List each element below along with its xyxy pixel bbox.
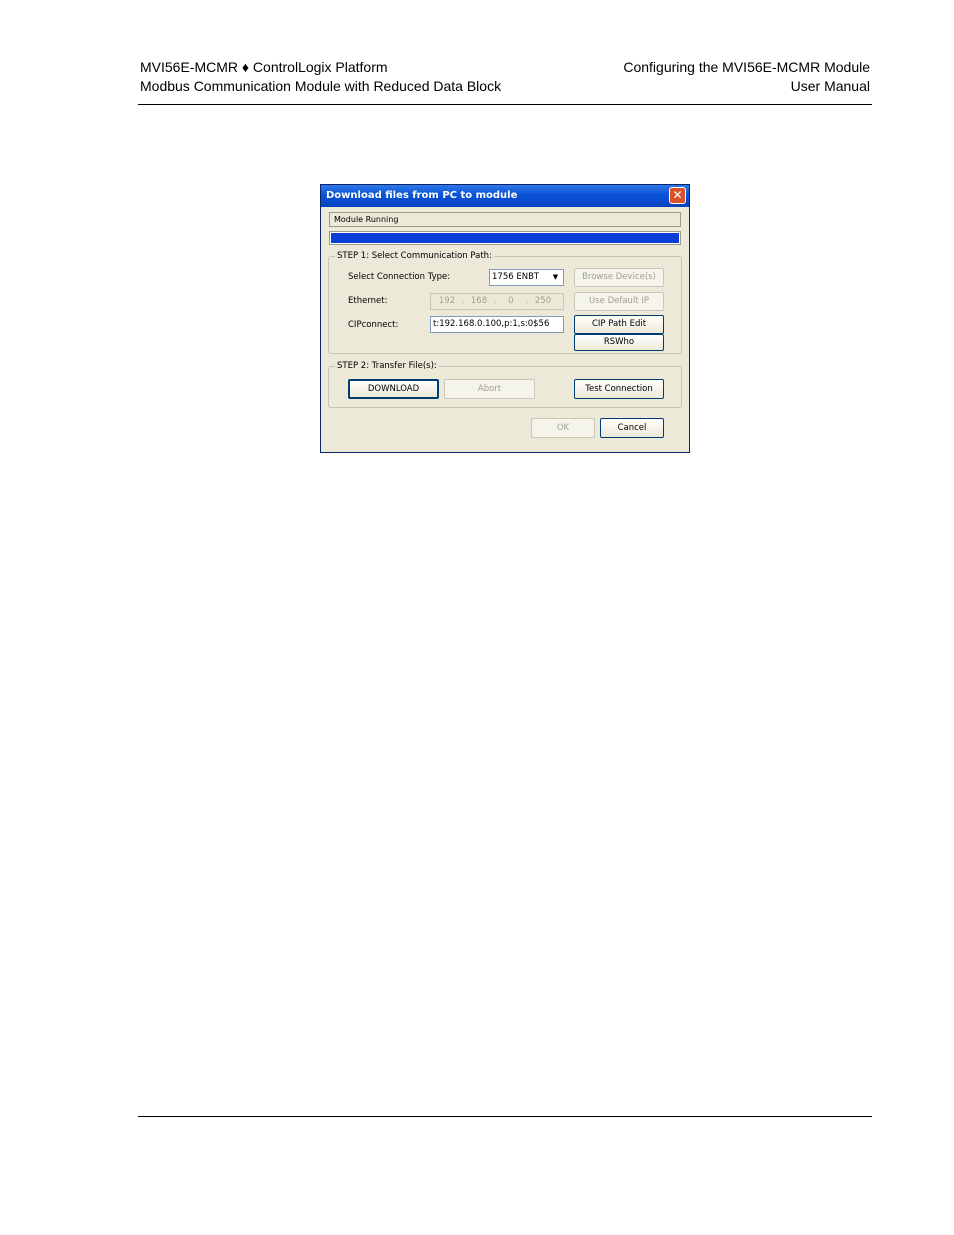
- header-chapter-title: Configuring the MVI56E-MCMR Module: [623, 59, 870, 75]
- use-default-ip-button[interactable]: Use Default IP: [574, 292, 664, 311]
- test-connection-button[interactable]: Test Connection: [574, 379, 664, 399]
- ip-octet-3: 0: [508, 296, 514, 306]
- cip-path-edit-button[interactable]: CIP Path Edit: [574, 315, 664, 334]
- close-icon[interactable]: ✕: [669, 187, 686, 204]
- dialog-title: Download files from PC to module: [326, 190, 518, 201]
- progress-bar-fill: [331, 233, 679, 243]
- browse-devices-button[interactable]: Browse Device(s): [574, 268, 664, 287]
- ethernet-ip-field[interactable]: 192. 168. 0. 250: [430, 293, 564, 310]
- ok-button[interactable]: OK: [531, 418, 595, 438]
- ip-octet-1: 192: [438, 296, 456, 306]
- cipconnect-label: CIPconnect:: [348, 320, 399, 330]
- header-manual-type: User Manual: [790, 78, 870, 94]
- ethernet-label: Ethernet:: [348, 296, 388, 306]
- rswho-button[interactable]: RSWho: [574, 334, 664, 351]
- progress-bar: [329, 231, 681, 245]
- connection-type-value: 1756 ENBT: [492, 272, 540, 282]
- step1-group: STEP 1: Select Communication Path: Selec…: [328, 250, 682, 354]
- status-field: Module Running: [329, 212, 681, 227]
- abort-button[interactable]: Abort: [444, 379, 535, 399]
- chevron-down-icon[interactable]: ▼: [549, 271, 562, 284]
- ip-octet-2: 168: [470, 296, 488, 306]
- download-dialog: Download files from PC to module ✕ Modul…: [320, 184, 690, 453]
- header-left: MVI56E-MCMR ♦ ControlLogix Platform Modb…: [140, 58, 501, 96]
- header-product-title: MVI56E-MCMR ♦ ControlLogix Platform: [140, 59, 388, 75]
- header-rule: [138, 104, 872, 105]
- connection-type-label: Select Connection Type:: [348, 272, 451, 282]
- ip-octet-4: 250: [534, 296, 552, 306]
- header-product-subtitle: Modbus Communication Module with Reduced…: [140, 78, 502, 94]
- step1-legend: STEP 1: Select Communication Path:: [335, 250, 494, 262]
- step2-legend: STEP 2: Transfer File(s):: [335, 360, 439, 372]
- cancel-button[interactable]: Cancel: [600, 418, 664, 438]
- step2-group: STEP 2: Transfer File(s): DOWNLOAD Abort…: [328, 360, 682, 408]
- header-right: Configuring the MVI56E-MCMR Module User …: [623, 58, 870, 96]
- footer-rule: [138, 1116, 872, 1117]
- cipconnect-path-input[interactable]: t:192.168.0.100,p:1,s:0$56: [430, 316, 564, 333]
- dialog-titlebar[interactable]: Download files from PC to module: [321, 185, 689, 207]
- connection-type-select[interactable]: 1756 ENBT ▼: [489, 269, 564, 286]
- download-button[interactable]: DOWNLOAD: [348, 379, 439, 399]
